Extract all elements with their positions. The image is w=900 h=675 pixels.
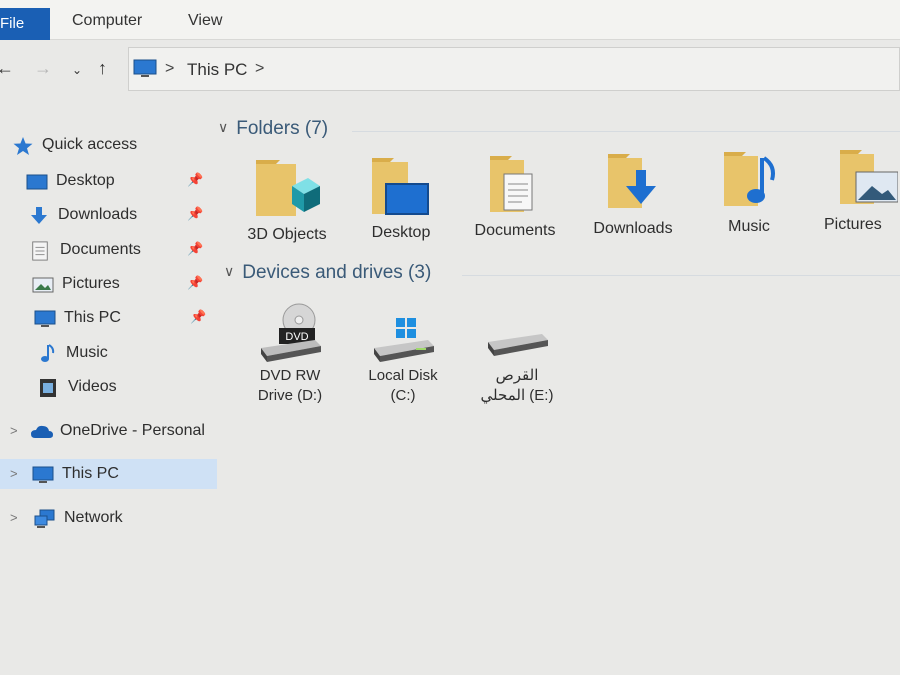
sidebar-label-network: Network — [64, 509, 123, 526]
tab-view[interactable]: View — [188, 12, 222, 30]
3d-objects-folder-icon — [256, 160, 320, 216]
downloads-icon — [31, 207, 47, 224]
sidebar-item-this-pc[interactable]: > This PC — [0, 459, 217, 489]
drive-local-disk-e[interactable]: القرص المحلي (E:) — [462, 302, 572, 422]
folder-downloads[interactable]: Downloads — [578, 152, 688, 262]
sidebar-item-music[interactable]: Music — [0, 338, 220, 368]
group-divider — [352, 131, 900, 132]
drive-label-line2: المحلي (E:) — [480, 387, 554, 404]
desktop-icon — [26, 174, 48, 190]
collapse-chevron-icon[interactable]: ∨ — [224, 263, 234, 280]
navigation-pane: Quick access Desktop 📌 Downloads 📌 Docum… — [0, 120, 225, 675]
up-arrow-icon[interactable]: ↑ — [98, 58, 107, 79]
pictures-icon — [32, 277, 54, 293]
folder-label: Documents — [474, 222, 556, 239]
sidebar-label-pictures: Pictures — [62, 275, 120, 292]
sidebar-item-downloads[interactable]: Downloads 📌 — [0, 200, 220, 230]
folder-label: Music — [728, 218, 770, 235]
expand-chevron-icon[interactable]: > — [10, 466, 18, 481]
sidebar-item-documents[interactable]: Documents 📌 — [0, 235, 220, 265]
network-icon — [34, 509, 55, 528]
tab-file-label: File — [0, 15, 25, 32]
group-title-folders: Folders (7) — [236, 118, 329, 139]
music-icon — [41, 344, 55, 362]
this-pc-icon — [32, 466, 54, 483]
breadcrumb-chevron-icon[interactable]: > — [255, 60, 264, 78]
back-icon[interactable]: ← — [0, 58, 14, 79]
folder-label: Desktop — [371, 224, 431, 241]
sidebar-label-downloads: Downloads — [58, 206, 138, 223]
group-title-devices: Devices and drives (3) — [242, 262, 432, 283]
this-pc-icon — [133, 59, 157, 77]
drive-label: DVD RW Drive (D:) — [235, 366, 345, 406]
breadcrumb-this-pc[interactable]: This PC — [187, 60, 247, 80]
dvd-drive-icon: DVD — [261, 303, 321, 362]
folder-music[interactable]: Music — [694, 150, 804, 260]
sidebar-item-pictures[interactable]: Pictures 📌 — [0, 269, 220, 299]
expand-chevron-icon[interactable]: > — [10, 423, 18, 438]
downloads-folder-icon — [608, 154, 656, 208]
drive-label: Local Disk (C:) — [348, 366, 458, 406]
drive-dvd-rw-d[interactable]: DVD DVD RW Drive (D:) — [235, 302, 345, 422]
ribbon: File Computer View — [0, 0, 900, 40]
drive-label-line1: القرص — [495, 367, 539, 384]
music-folder-icon — [724, 152, 775, 206]
folder-label: 3D Objects — [247, 226, 327, 243]
navigation-bar: ← → ⌄ ↑ > This PC > — [0, 44, 900, 92]
sidebar-label-documents: Documents — [60, 241, 141, 258]
group-header-devices[interactable]: ∨ Devices and drives (3) — [224, 262, 431, 284]
pin-icon: 📌 — [190, 309, 207, 324]
pin-icon: 📌 — [187, 275, 204, 290]
address-bar[interactable]: > This PC > — [128, 47, 900, 91]
drive-label: القرص المحلي (E:) — [462, 366, 572, 406]
drive-local-disk-c[interactable]: Local Disk (C:) — [348, 302, 458, 422]
sidebar-label-desktop: Desktop — [56, 172, 115, 189]
group-divider — [462, 275, 900, 276]
drive-label-line2: Drive (D:) — [257, 387, 323, 404]
drive-label-line1: Local Disk — [368, 367, 438, 384]
sidebar-item-network[interactable]: > Network — [0, 503, 220, 533]
pin-icon: 📌 — [187, 241, 204, 256]
sidebar-label-music: Music — [66, 344, 108, 361]
recent-locations-chevron-down-icon[interactable]: ⌄ — [72, 63, 82, 77]
folder-label: Pictures — [824, 216, 882, 233]
pictures-folder-icon — [840, 150, 898, 204]
sidebar-item-quick-access[interactable]: Quick access — [0, 130, 220, 160]
sidebar-item-onedrive[interactable]: > OneDrive - Personal — [0, 416, 220, 446]
sidebar-label-this-pc: This PC — [64, 309, 121, 326]
tab-computer[interactable]: Computer — [72, 12, 142, 30]
tab-file[interactable]: File — [0, 8, 50, 40]
folder-pictures[interactable]: Pictures — [812, 148, 900, 258]
dvd-badge: DVD — [285, 331, 308, 343]
expand-chevron-icon[interactable]: > — [10, 510, 18, 525]
documents-icon — [32, 241, 48, 261]
hard-drive-icon — [488, 334, 548, 356]
folder-desktop[interactable]: Desktop — [346, 156, 456, 266]
sidebar-label-onedrive: OneDrive - Personal — [60, 422, 205, 439]
sidebar-label-quick-access: Quick access — [42, 136, 138, 153]
forward-icon[interactable]: → — [34, 58, 52, 79]
sidebar-label-videos: Videos — [68, 378, 117, 395]
folder-label: Downloads — [593, 220, 673, 237]
sidebar-item-desktop[interactable]: Desktop 📌 — [0, 166, 220, 196]
sidebar-label-this-pc-root: This PC — [62, 465, 119, 482]
collapse-chevron-icon[interactable]: ∨ — [218, 119, 228, 136]
pin-icon: 📌 — [187, 172, 204, 187]
drive-label-line1: DVD RW — [259, 367, 321, 384]
onedrive-cloud-icon — [31, 425, 53, 438]
documents-folder-icon — [490, 156, 533, 212]
this-pc-icon — [34, 310, 56, 327]
folder-documents[interactable]: Documents — [460, 154, 570, 264]
sidebar-item-videos[interactable]: Videos — [0, 372, 220, 402]
desktop-folder-icon — [372, 158, 429, 215]
sidebar-item-this-pc-pinned[interactable]: This PC 📌 — [0, 303, 220, 333]
windows-drive-icon — [374, 318, 434, 362]
drive-label-line2: (C:) — [390, 387, 416, 404]
breadcrumb-separator-icon: > — [165, 60, 175, 77]
videos-icon — [40, 379, 56, 397]
pin-icon: 📌 — [187, 206, 204, 221]
folder-3d-objects[interactable]: 3D Objects — [232, 158, 342, 268]
star-icon — [13, 137, 33, 155]
group-header-folders[interactable]: ∨ Folders (7) — [218, 118, 328, 140]
